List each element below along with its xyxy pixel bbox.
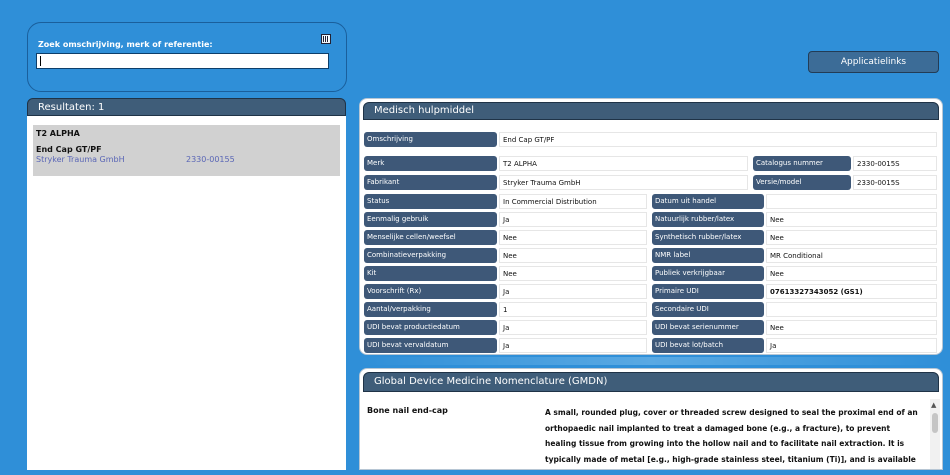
label-publiek-verkrijgbaar: Publiek verkrijgbaar bbox=[652, 266, 764, 281]
label-eenmalig-gebruik: Eenmalig gebruik bbox=[364, 212, 497, 227]
label-menselijke-cellen: Menselijke cellen/weefsel bbox=[364, 230, 497, 245]
label-natuurlijk-rubber: Natuurlijk rubber/latex bbox=[652, 212, 764, 227]
scroll-thumb[interactable] bbox=[932, 413, 938, 433]
label-omschrijving: Omschrijving bbox=[364, 132, 497, 147]
value-natuurlijk-rubber: Nee bbox=[766, 212, 937, 227]
label-aantal-verpakking: Aantal/verpakking bbox=[364, 302, 497, 317]
result-reference: 2330-00155 bbox=[186, 155, 235, 164]
gmdn-header: Global Device Medicine Nomenclature (GMD… bbox=[363, 372, 939, 392]
value-status: In Commercial Distribution bbox=[499, 194, 647, 209]
value-udi-lot-batch: Ja bbox=[766, 338, 937, 353]
value-synthetisch-rubber: Nee bbox=[766, 230, 937, 245]
value-datum-uit-handel bbox=[766, 194, 937, 209]
label-kit: Kit bbox=[364, 266, 497, 281]
search-input[interactable] bbox=[36, 53, 329, 69]
value-eenmalig-gebruik: Ja bbox=[499, 212, 647, 227]
value-secondaire-udi bbox=[766, 302, 937, 317]
label-udi-vervaldatum: UDI bevat vervaldatum bbox=[364, 338, 497, 353]
label-udi-productiedatum: UDI bevat productiedatum bbox=[364, 320, 497, 335]
label-merk: Merk bbox=[364, 156, 497, 171]
value-merk: T2 ALPHA bbox=[499, 156, 748, 171]
search-label: Zoek omschrijving, merk of referentie: bbox=[38, 40, 213, 49]
text-caret bbox=[40, 56, 41, 66]
search-panel: Zoek omschrijving, merk of referentie: bbox=[27, 22, 347, 92]
value-voorschrift: Ja bbox=[499, 284, 647, 299]
value-nmr: MR Conditional bbox=[766, 248, 937, 263]
gmdn-description: A small, rounded plug, cover or threaded… bbox=[545, 408, 918, 464]
label-datum-uit-handel: Datum uit handel bbox=[652, 194, 764, 209]
label-udi-lot-batch: UDI bevat lot/batch bbox=[652, 338, 764, 353]
value-publiek-verkrijgbaar: Nee bbox=[766, 266, 937, 281]
value-udi-vervaldatum: Ja bbox=[499, 338, 647, 353]
value-udi-serienummer: Nee bbox=[766, 320, 937, 335]
value-primaire-udi: 07613327343052 (GS1) bbox=[766, 284, 937, 299]
label-status: Status bbox=[364, 194, 497, 209]
gmdn-scrollbar[interactable]: ▲ bbox=[930, 399, 940, 469]
value-combinatieverpakking: Nee bbox=[499, 248, 647, 263]
panel-divider bbox=[359, 357, 943, 365]
label-secondaire-udi: Secondaire UDI bbox=[652, 302, 764, 317]
gmdn-term: Bone nail end-cap bbox=[367, 406, 448, 415]
results-header: Resultaten: 1 bbox=[27, 98, 346, 116]
label-catalogus-nummer: Catalogus nummer bbox=[753, 156, 851, 171]
label-synthetisch-rubber: Synthetisch rubber/latex bbox=[652, 230, 764, 245]
result-list-item[interactable]: T2 ALPHA End Cap GT/PF Stryker Trauma Gm… bbox=[33, 125, 340, 176]
barcode-scan-icon[interactable] bbox=[321, 34, 331, 44]
device-header: Medisch hulpmiddel bbox=[363, 102, 939, 120]
value-aantal-verpakking: 1 bbox=[499, 302, 647, 317]
value-menselijke-cellen: Nee bbox=[499, 230, 647, 245]
results-panel: Resultaten: 1 T2 ALPHA End Cap GT/PF Str… bbox=[27, 98, 346, 470]
result-description: End Cap GT/PF bbox=[36, 145, 102, 154]
value-kit: Nee bbox=[499, 266, 647, 281]
value-fabrikant: Stryker Trauma GmbH bbox=[499, 175, 748, 190]
label-combinatieverpakking: Combinatieverpakking bbox=[364, 248, 497, 263]
value-omschrijving: End Cap GT/PF bbox=[499, 132, 937, 147]
value-catalogus-nummer: 2330-0015S bbox=[853, 156, 937, 171]
scroll-up-arrow-icon[interactable]: ▲ bbox=[931, 401, 936, 409]
label-primaire-udi: Primaire UDI bbox=[652, 284, 764, 299]
gmdn-panel: Global Device Medicine Nomenclature (GMD… bbox=[359, 368, 943, 470]
label-versie-model: Versie/model bbox=[753, 175, 851, 190]
label-udi-serienummer: UDI bevat serienummer bbox=[652, 320, 764, 335]
value-udi-productiedatum: Ja bbox=[499, 320, 647, 335]
label-voorschrift: Voorschrift (Rx) bbox=[364, 284, 497, 299]
value-versie-model: 2330-0015S bbox=[853, 175, 937, 190]
result-manufacturer: Stryker Trauma GmbH bbox=[36, 155, 125, 164]
label-fabrikant: Fabrikant bbox=[364, 175, 497, 190]
applicatielinks-button[interactable]: Applicatielinks bbox=[808, 51, 939, 73]
device-panel: Medisch hulpmiddel Omschrijving End Cap … bbox=[359, 98, 943, 355]
label-nmr: NMR label bbox=[652, 248, 764, 263]
result-brand: T2 ALPHA bbox=[36, 129, 80, 138]
